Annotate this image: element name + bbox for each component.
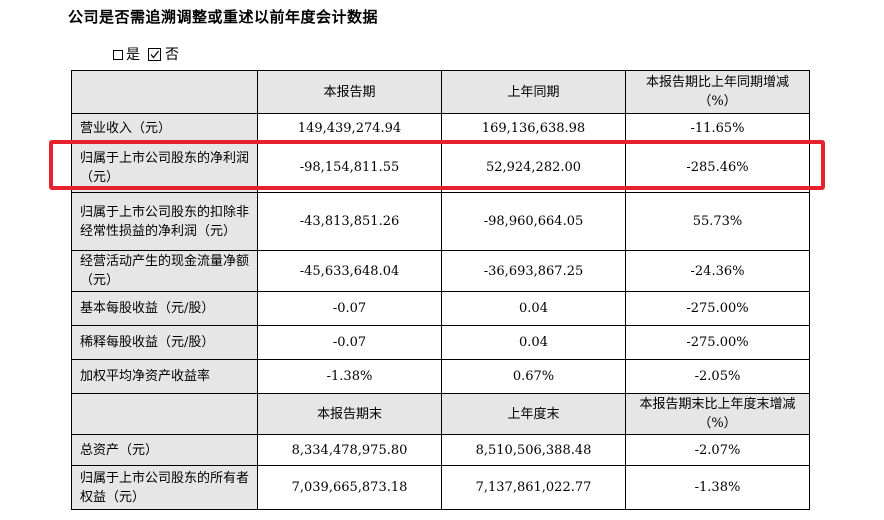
current-value: 7,039,665,873.18 [257, 465, 442, 510]
current-value: -1.38% [257, 359, 442, 394]
table-row: 营业收入（元） 149,439,274.94 169,136,638.98 -1… [71, 113, 810, 143]
header-cell: 本报告期 [257, 70, 442, 114]
prior-value: 0.67% [441, 359, 626, 394]
current-value: -98,154,811.55 [257, 142, 442, 193]
table-row: 基本每股收益（元/股） -0.07 0.04 -275.00% [71, 291, 810, 326]
checked-box-icon[interactable] [148, 47, 161, 61]
header-cell [71, 70, 258, 114]
table-row: 总资产（元） 8,334,478,975.80 8,510,506,388.48… [71, 434, 810, 466]
row-label: 归属于上市公司股东的净利润（元） [71, 142, 258, 193]
prior-value: 0.04 [441, 291, 626, 326]
change-value: -275.00% [625, 291, 810, 326]
row-label: 总资产（元） [71, 434, 258, 466]
table-header-row: 本报告期 上年同期 本报告期比上年同期增减（%） [71, 70, 810, 114]
header-cell: 本报告期末比上年度末增减（%） [625, 393, 810, 435]
current-value: -45,633,648.04 [257, 250, 442, 292]
change-value: -2.07% [625, 434, 810, 466]
unchecked-box-icon[interactable] [113, 50, 123, 60]
prior-value: 7,137,861,022.77 [441, 465, 626, 510]
row-label: 归属于上市公司股东的所有者权益（元） [71, 465, 258, 510]
row-label: 营业收入（元） [71, 113, 258, 143]
prior-value: 52,924,282.00 [441, 142, 626, 193]
current-value: -0.07 [257, 291, 442, 326]
prior-value: 0.04 [441, 325, 626, 360]
prior-value: 169,136,638.98 [441, 113, 626, 143]
change-value: -275.00% [625, 325, 810, 360]
row-label: 经营活动产生的现金流量净额（元） [71, 250, 258, 292]
current-value: 149,439,274.94 [257, 113, 442, 143]
prior-value: -98,960,664.05 [441, 192, 626, 251]
change-value: -285.46% [625, 142, 810, 193]
restatement-choice: 是 否 [113, 44, 179, 64]
table-row: 归属于上市公司股东的扣除非经常性损益的净利润（元） -43,813,851.26… [71, 192, 810, 251]
header-cell: 上年同期 [441, 70, 626, 114]
change-value: -11.65% [625, 113, 810, 143]
table-header-row: 本报告期末 上年度末 本报告期末比上年度末增减（%） [71, 393, 810, 435]
table-row: 稀释每股收益（元/股） -0.07 0.04 -275.00% [71, 325, 810, 360]
yes-label: 是 [126, 47, 140, 63]
change-value: -24.36% [625, 250, 810, 292]
table-row: 经营活动产生的现金流量净额（元） -45,633,648.04 -36,693,… [71, 250, 810, 292]
current-value: -43,813,851.26 [257, 192, 442, 251]
row-label: 基本每股收益（元/股） [71, 291, 258, 326]
section-title: 公司是否需追溯调整或重述以前年度会计数据 [68, 8, 379, 26]
header-cell [71, 393, 258, 435]
accounting-data-table: 本报告期 上年同期 本报告期比上年同期增减（%） 营业收入（元） 149,439… [71, 70, 810, 510]
current-value: 8,334,478,975.80 [257, 434, 442, 466]
header-cell: 本报告期比上年同期增减（%） [625, 70, 810, 114]
change-value: 55.73% [625, 192, 810, 251]
row-label: 稀释每股收益（元/股） [71, 325, 258, 360]
no-label: 否 [165, 47, 179, 63]
header-cell: 上年度末 [441, 393, 626, 435]
row-label: 归属于上市公司股东的扣除非经常性损益的净利润（元） [71, 192, 258, 251]
row-label: 加权平均净资产收益率 [71, 359, 258, 394]
table-row: 归属于上市公司股东的所有者权益（元） 7,039,665,873.18 7,13… [71, 465, 810, 510]
change-value: -1.38% [625, 465, 810, 510]
table-row: 加权平均净资产收益率 -1.38% 0.67% -2.05% [71, 359, 810, 394]
current-value: -0.07 [257, 325, 442, 360]
prior-value: -36,693,867.25 [441, 250, 626, 292]
table-row: 归属于上市公司股东的净利润（元） -98,154,811.55 52,924,2… [71, 142, 810, 193]
prior-value: 8,510,506,388.48 [441, 434, 626, 466]
header-cell: 本报告期末 [257, 393, 442, 435]
change-value: -2.05% [625, 359, 810, 394]
